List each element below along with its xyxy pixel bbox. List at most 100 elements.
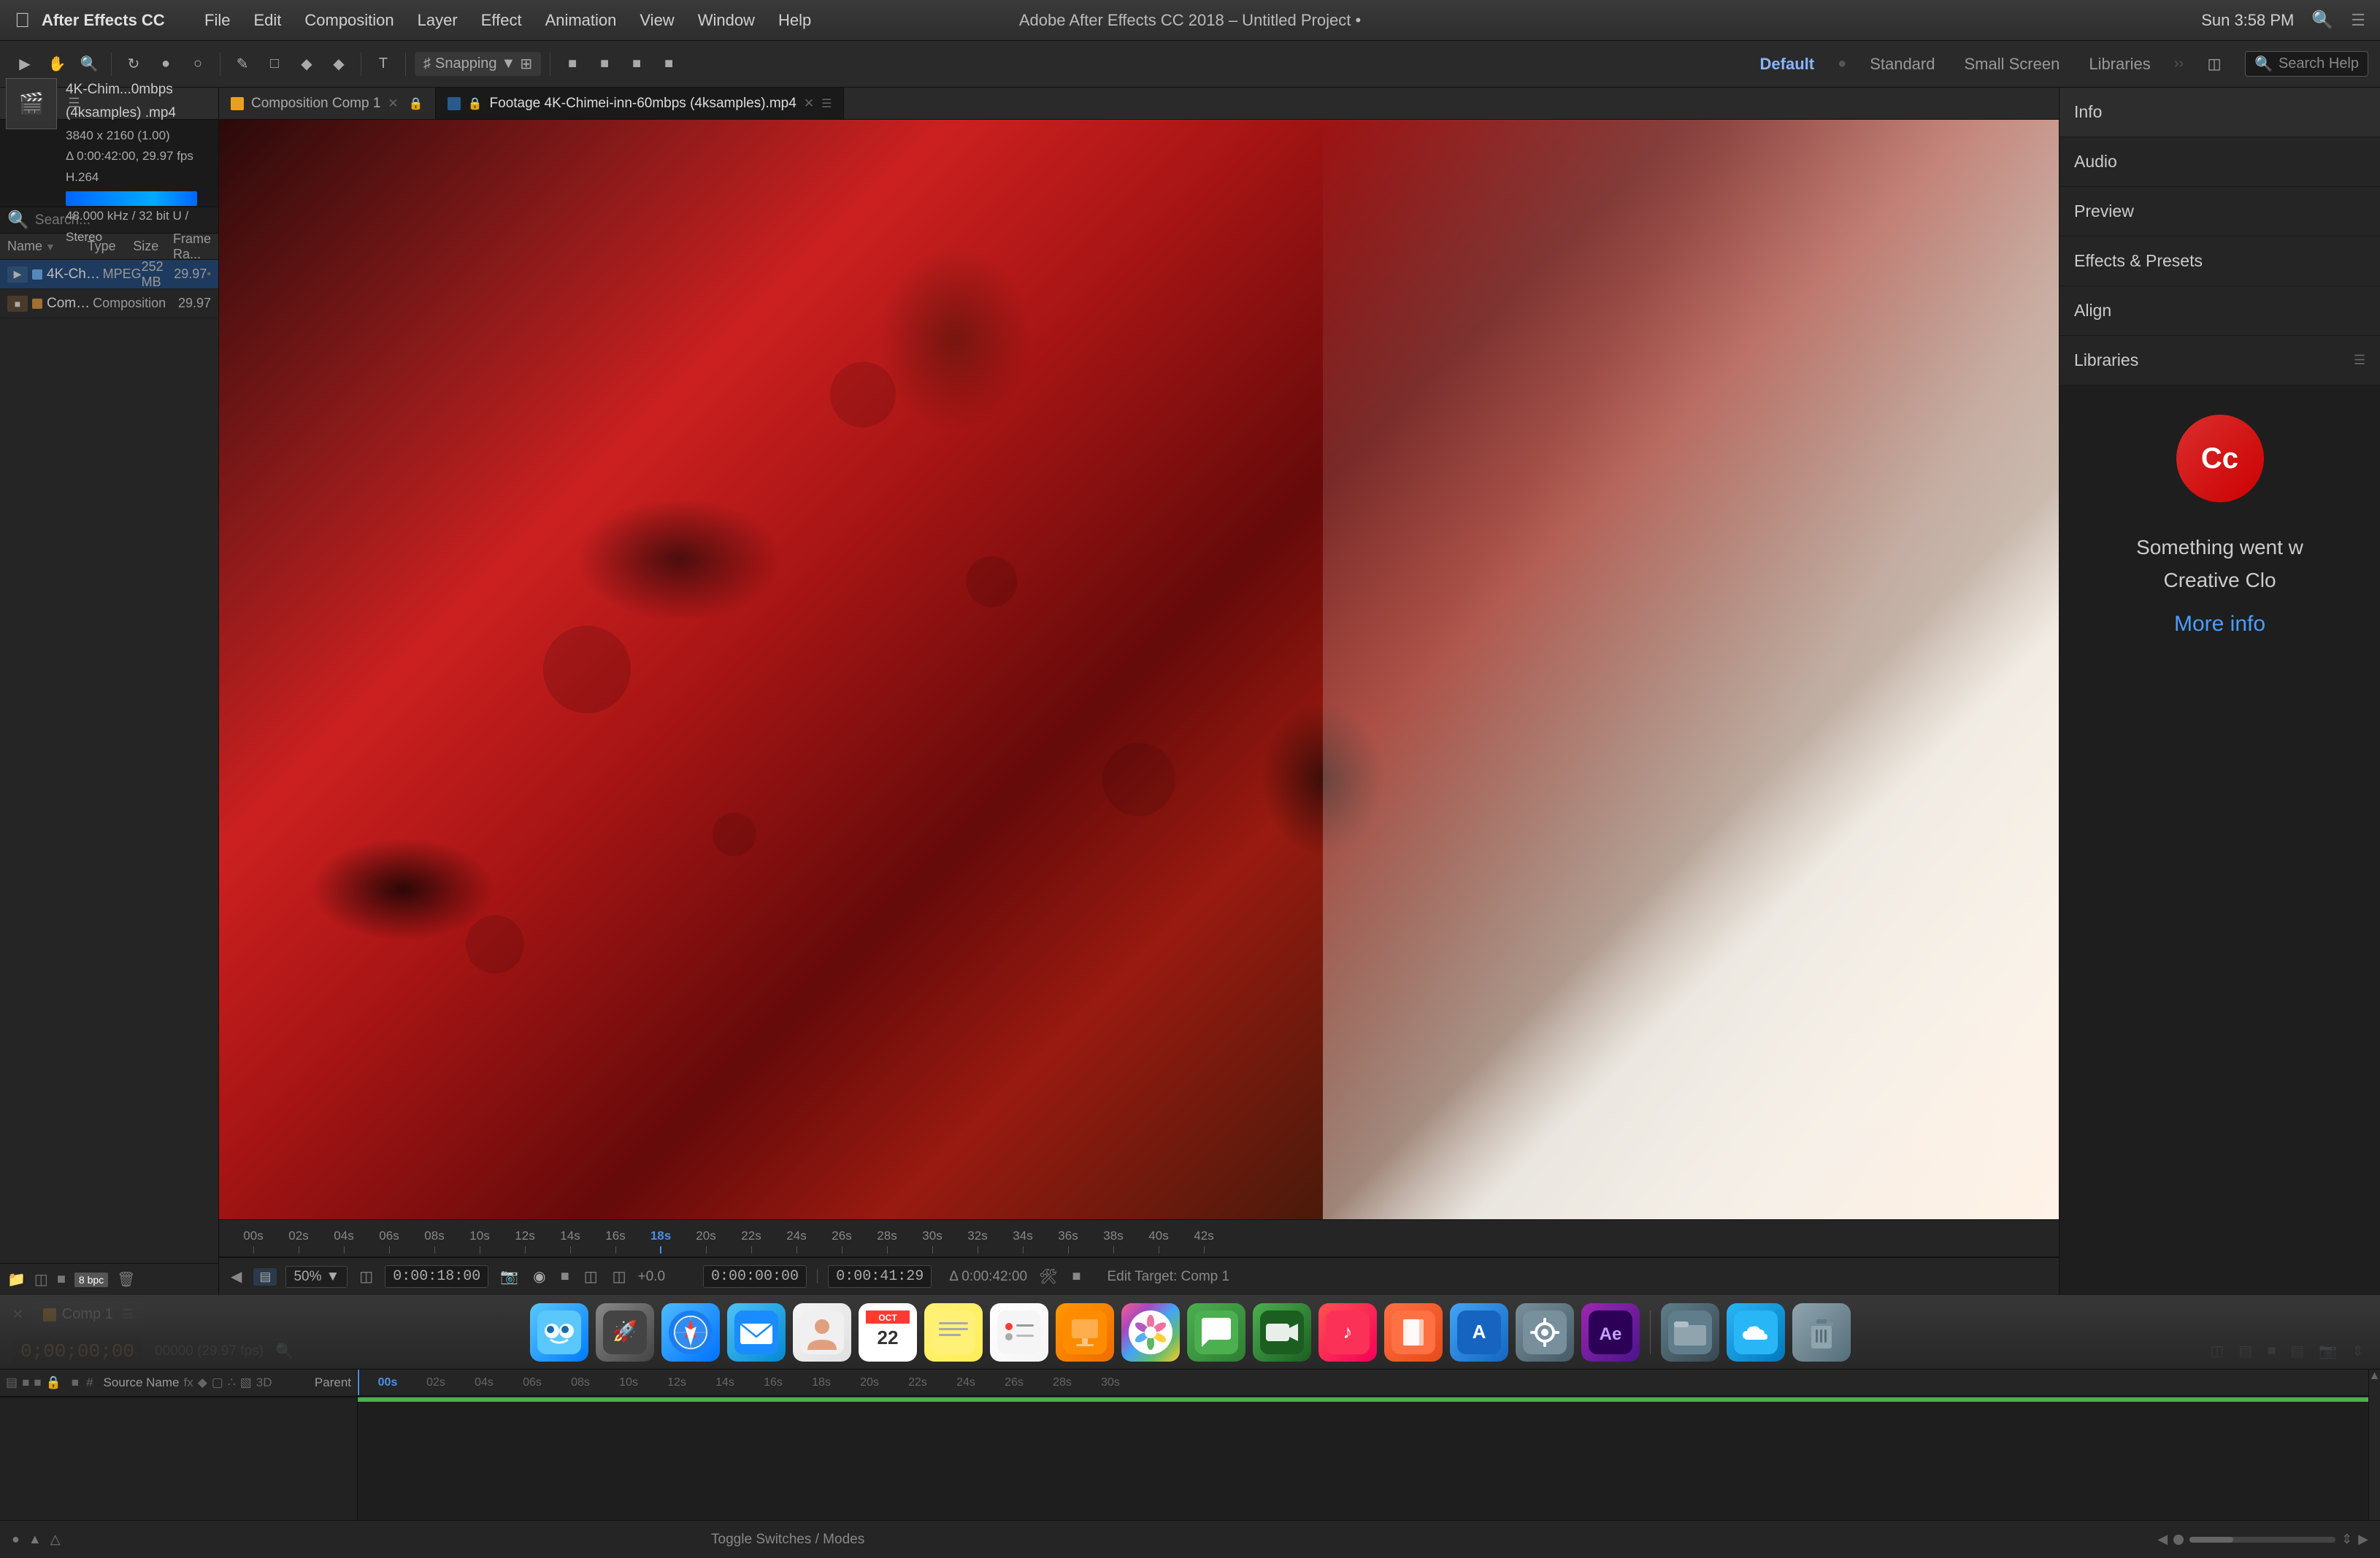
layer-lock-icon[interactable]: 🔒 bbox=[46, 1375, 61, 1390]
dock-app-photos[interactable] bbox=[1121, 1303, 1180, 1362]
compose-btn[interactable]: ■ bbox=[656, 51, 682, 77]
view-options-btn[interactable]: ◫ bbox=[356, 1265, 376, 1289]
dock-app-reminders[interactable] bbox=[990, 1303, 1048, 1362]
parent-col-label[interactable]: Parent bbox=[315, 1375, 351, 1390]
toggle-label[interactable]: Toggle Switches / Modes bbox=[711, 1532, 864, 1548]
frame-blend-icon[interactable]: ▧ bbox=[240, 1375, 252, 1390]
tab-footage[interactable]: 🔒 Footage 4K-Chimei-inn-60mbps (4ksample… bbox=[436, 88, 845, 119]
dock-app-cloud[interactable] bbox=[1727, 1303, 1785, 1362]
layer-visibility-icon[interactable]: ■ bbox=[22, 1375, 29, 1390]
view-options3-btn[interactable]: ◫ bbox=[581, 1265, 601, 1289]
menu-window[interactable]: Window bbox=[698, 11, 755, 30]
keyframe-icon[interactable]: ◆ bbox=[198, 1375, 207, 1390]
workspace-small-screen[interactable]: Small Screen bbox=[1958, 52, 2065, 77]
spotlight-icon[interactable]: 🔍 bbox=[2311, 9, 2333, 31]
dock-app-launchpad[interactable]: 🚀 bbox=[596, 1303, 654, 1362]
zoom-dropdown[interactable]: 50% ▼ bbox=[285, 1266, 348, 1288]
paint-btn[interactable]: ◆ bbox=[293, 51, 320, 77]
panel-item-effects[interactable]: Effects & Presets bbox=[2060, 237, 2380, 286]
view-color-btn[interactable]: ◉ bbox=[530, 1265, 548, 1289]
menu-help[interactable]: Help bbox=[778, 11, 811, 30]
snap-toggle-btn[interactable]: ▤ bbox=[253, 1268, 277, 1286]
workspace-default[interactable]: Default bbox=[1754, 52, 1821, 77]
panel-item-audio[interactable]: Audio bbox=[2060, 137, 2380, 187]
delete-icon[interactable]: 🗑 bbox=[117, 1270, 135, 1289]
dock-app-trash[interactable] bbox=[1792, 1303, 1851, 1362]
new-comp-icon[interactable]: ◫ bbox=[34, 1270, 48, 1289]
tab-comp1[interactable]: Composition Comp 1 ✕ 🔒 bbox=[219, 88, 436, 119]
clone-btn[interactable]: ◆ bbox=[326, 51, 352, 77]
help-search-label[interactable]: Search Help bbox=[2279, 55, 2359, 72]
new-folder-icon[interactable]: 📁 bbox=[7, 1270, 26, 1289]
view-options2-btn[interactable]: ■ bbox=[558, 1265, 572, 1288]
dock-app-books[interactable] bbox=[1384, 1303, 1443, 1362]
dock-app-safari[interactable] bbox=[661, 1303, 720, 1362]
snap-dropdown[interactable]: ▼ bbox=[502, 55, 516, 72]
dock-app-notes[interactable] bbox=[924, 1303, 983, 1362]
text-tool-btn[interactable]: T bbox=[370, 51, 396, 77]
scroll-up[interactable]: ▲ bbox=[2369, 1370, 2380, 1383]
dock-app-keynote[interactable] bbox=[1056, 1303, 1114, 1362]
menu-file[interactable]: File bbox=[204, 11, 230, 30]
menu-layer[interactable]: Layer bbox=[418, 11, 458, 30]
pen-tool-btn[interactable]: ✎ bbox=[229, 51, 256, 77]
dock-app-appstore[interactable]: A bbox=[1450, 1303, 1508, 1362]
ruler-mark-18[interactable]: 18s bbox=[638, 1229, 683, 1254]
shape-tool-btn[interactable]: □ bbox=[261, 51, 288, 77]
file-item-comp[interactable]: ■ Comp 1 Composition 29.97 bbox=[0, 289, 218, 318]
file-options-icon[interactable]: ▪ bbox=[207, 268, 211, 281]
distribute-btn[interactable]: ■ bbox=[591, 51, 618, 77]
3d-layer-icon[interactable]: 3D bbox=[256, 1375, 272, 1390]
snap-checkbox[interactable]: ♯ Snapping ▼ ⊞ bbox=[415, 52, 541, 76]
dock-app-finder[interactable] bbox=[530, 1303, 588, 1362]
file-item-video[interactable]: ▶ 4K-Chim...mp4 MPEG 252 MB 29.97 ▪ bbox=[0, 260, 218, 289]
tab-footage-menu[interactable]: ☰ bbox=[821, 96, 832, 111]
scroll-track[interactable] bbox=[2189, 1537, 2335, 1543]
menu-view[interactable]: View bbox=[640, 11, 674, 30]
bottom-icon2[interactable]: ▲ bbox=[28, 1532, 42, 1547]
layer-solo-icon[interactable]: ■ bbox=[34, 1375, 41, 1390]
dock-app-mail[interactable] bbox=[727, 1303, 786, 1362]
dock-app-ae-folder[interactable] bbox=[1661, 1303, 1719, 1362]
panel-item-preview[interactable]: Preview bbox=[2060, 187, 2380, 237]
region-btn[interactable]: ■ bbox=[1069, 1265, 1083, 1288]
camera-toggle-btn[interactable]: 📷 bbox=[497, 1265, 521, 1289]
scroll-left-icon[interactable]: ◀ bbox=[2157, 1532, 2168, 1547]
panel-item-info[interactable]: Info bbox=[2060, 88, 2380, 137]
panel-item-align[interactable]: Align bbox=[2060, 286, 2380, 336]
cc-more-info-link[interactable]: More info bbox=[2074, 612, 2365, 637]
timecode-display-current[interactable]: 0:00:18:00 bbox=[385, 1265, 488, 1288]
dock-app-facetime[interactable] bbox=[1253, 1303, 1311, 1362]
apple-icon[interactable]:  bbox=[15, 9, 30, 32]
tab-footage-close[interactable]: ✕ bbox=[804, 96, 814, 111]
capture-btn[interactable]: 🛠 bbox=[1036, 1265, 1060, 1289]
fx-icon[interactable]: fx bbox=[183, 1375, 193, 1390]
workspace-libraries[interactable]: Libraries bbox=[2083, 52, 2156, 77]
work-area-bar[interactable] bbox=[358, 1397, 2380, 1402]
timecode-out[interactable]: 0:00:41:29 bbox=[828, 1265, 932, 1288]
dock-app-contacts[interactable] bbox=[793, 1303, 851, 1362]
panel-item-libraries[interactable]: Libraries ☰ bbox=[2060, 336, 2380, 385]
snap-expand[interactable]: ⊞ bbox=[520, 55, 532, 73]
tab-comp1-close[interactable]: ✕ bbox=[388, 96, 398, 111]
help-search-box[interactable]: 🔍 Search Help bbox=[2245, 51, 2368, 77]
play-backward-btn[interactable]: ◀ bbox=[228, 1265, 245, 1289]
layer-switches-icon[interactable]: ▤ bbox=[6, 1375, 18, 1390]
view-options4-btn[interactable]: ◫ bbox=[610, 1265, 629, 1289]
notification-icon[interactable]: ☰ bbox=[2351, 11, 2365, 30]
dock-app-music[interactable]: ♪ bbox=[1318, 1303, 1377, 1362]
menu-animation[interactable]: Animation bbox=[545, 11, 617, 30]
new-solid-icon[interactable]: ■ bbox=[57, 1271, 66, 1288]
tab-comp1-locked[interactable]: 🔒 bbox=[409, 96, 423, 111]
dock-app-calendar[interactable]: OCT 22 bbox=[859, 1303, 917, 1362]
menu-composition[interactable]: Composition bbox=[304, 11, 394, 30]
source-name-col-label[interactable]: Source Name bbox=[104, 1375, 180, 1390]
workspace-standard[interactable]: Standard bbox=[1864, 52, 1941, 77]
layer-label-icon[interactable]: ■ bbox=[72, 1375, 79, 1390]
dock-app-messages[interactable] bbox=[1187, 1303, 1245, 1362]
workspace-layout-btn[interactable]: ◫ bbox=[2201, 51, 2227, 77]
trim-btn[interactable]: ■ bbox=[623, 51, 650, 77]
menu-edit[interactable]: Edit bbox=[253, 11, 281, 30]
timecode-in[interactable]: 0:00:00:00 bbox=[703, 1265, 807, 1288]
libraries-expand-icon[interactable]: ☰ bbox=[2354, 353, 2365, 368]
